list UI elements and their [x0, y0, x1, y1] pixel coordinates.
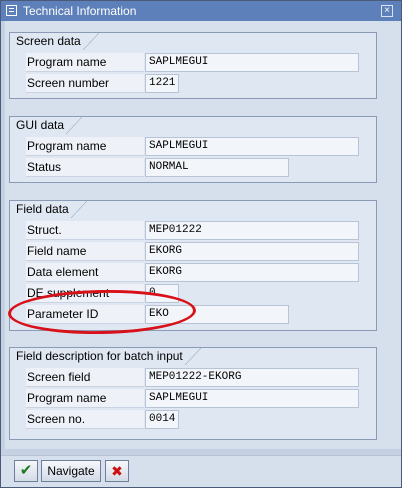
cancel-button[interactable]: ✖: [105, 460, 129, 482]
status-field[interactable]: NORMAL: [145, 158, 289, 177]
program-name-label: Program name: [26, 389, 144, 408]
field-name-label: Field name: [26, 242, 144, 261]
screen-field-label: Screen field: [26, 368, 144, 387]
field-data-title: Field data: [9, 200, 87, 218]
title-bar[interactable]: Technical Information ×: [1, 1, 401, 21]
screen-data-group: Screen data Program name SAPLMEGUI Scree…: [9, 32, 377, 99]
program-name-field[interactable]: SAPLMEGUI: [145, 53, 359, 72]
technical-information-dialog: Technical Information × Screen data Prog…: [0, 0, 402, 488]
field-name-field[interactable]: EKORG: [145, 242, 359, 261]
data-element-label: Data element: [26, 263, 144, 282]
gui-program-name-field[interactable]: SAPLMEGUI: [145, 137, 359, 156]
checkmark-icon: ✔: [19, 462, 33, 479]
continue-button[interactable]: ✔: [14, 460, 38, 482]
close-button[interactable]: ×: [381, 5, 393, 17]
batch-input-title: Field description for batch input: [9, 347, 201, 365]
screen-data-title: Screen data: [9, 32, 99, 50]
window-title: Technical Information: [23, 4, 137, 18]
batch-program-name-field[interactable]: SAPLMEGUI: [145, 389, 359, 408]
program-name-label: Program name: [26, 137, 144, 156]
left-edge-strip: [1, 21, 5, 449]
gui-data-title: GUI data: [9, 116, 83, 134]
screen-no-field[interactable]: 0014: [145, 410, 179, 429]
data-element-field[interactable]: EKORG: [145, 263, 359, 282]
screen-no-label: Screen no.: [26, 410, 144, 429]
navigate-button[interactable]: Navigate: [41, 460, 101, 482]
struct-label: Struct.: [26, 221, 144, 240]
gui-data-group: GUI data Program name SAPLMEGUI Status N…: [9, 116, 377, 183]
screen-field-field[interactable]: MEP01222-EKORG: [145, 368, 359, 387]
status-label: Status: [26, 158, 144, 177]
window-icon: [6, 5, 17, 16]
struct-field[interactable]: MEP01222: [145, 221, 359, 240]
screen-number-label: Screen number: [26, 74, 144, 93]
cancel-x-icon: ✖: [111, 463, 123, 479]
screen-number-field[interactable]: 1221: [145, 74, 179, 93]
batch-input-group: Field description for batch input Screen…: [9, 347, 377, 440]
program-name-label: Program name: [26, 53, 144, 72]
